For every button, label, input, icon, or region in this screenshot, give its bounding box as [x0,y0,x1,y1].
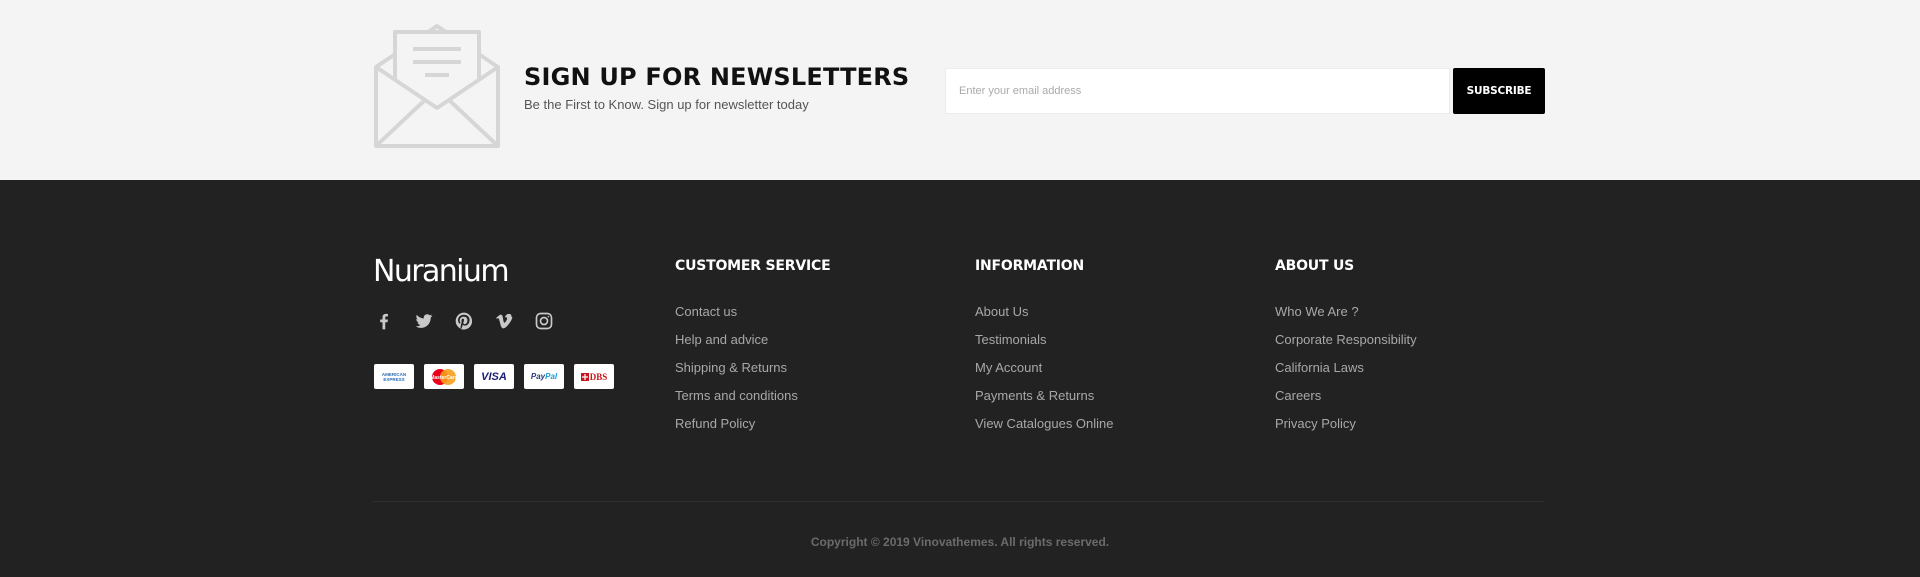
paypal-icon: Pay Pal [524,364,564,389]
copyright-text: Copyright © 2019 Vinovathemes. All right… [810,535,1110,549]
subscribe-button[interactable]: SUBSCRIBE [1453,68,1545,114]
envelope-open-icon [374,24,500,148]
mastercard-icon: MasterCard [424,364,464,389]
footer-link-careers[interactable]: Careers [1275,382,1417,410]
dbs-icon: DBS [574,364,614,389]
column-title: ABOUT US [1275,258,1355,274]
column-title: CUSTOMER SERVICE [675,258,831,274]
visa-label: VISA [481,370,507,383]
about-us-column: ABOUT US Who We Are ? Corporate Responsi… [1275,258,1417,438]
footer-link-payments-returns[interactable]: Payments & Returns [975,382,1114,410]
pinterest-icon[interactable] [453,310,475,332]
dbs-label: DBS [589,371,608,382]
footer-link-privacy-policy[interactable]: Privacy Policy [1275,410,1417,438]
payment-methods: AMERICAN EXPRESS MasterCard VISA Pay Pal … [374,364,614,389]
footer-link-refund-policy[interactable]: Refund Policy [675,410,830,438]
brand-logo[interactable]: Nuranium [373,254,510,289]
footer-link-testimonials[interactable]: Testimonials [975,326,1114,354]
footer-link-help-and-advice[interactable]: Help and advice [675,326,830,354]
email-input[interactable] [945,68,1450,114]
footer-link-view-catalogues[interactable]: View Catalogues Online [975,410,1114,438]
footer-link-terms[interactable]: Terms and conditions [675,382,830,410]
paypal-label-1: Pay [530,372,546,381]
site-footer: Nuranium AMERICAN EXPRESS MasterCard VIS… [0,180,1920,577]
visa-icon: VISA [474,364,514,389]
customer-service-column: CUSTOMER SERVICE Contact us Help and adv… [675,258,831,438]
footer-link-california-laws[interactable]: California Laws [1275,354,1417,382]
newsletter-section: SIGN UP FOR NEWSLETTERS Be the First to … [0,0,1920,180]
footer-link-my-account[interactable]: My Account [975,354,1114,382]
amex-icon: AMERICAN EXPRESS [374,364,414,389]
paypal-label-2: Pal [545,372,558,381]
footer-link-contact-us[interactable]: Contact us [675,298,830,326]
footer-link-who-we-are[interactable]: Who We Are ? [1275,298,1417,326]
vimeo-icon[interactable] [493,310,515,332]
mastercard-label: MasterCard [430,375,458,381]
instagram-icon[interactable] [533,310,555,332]
amex-label: AMERICAN EXPRESS [381,371,407,382]
newsletter-title: SIGN UP FOR NEWSLETTERS [524,63,910,91]
footer-link-corporate-responsibility[interactable]: Corporate Responsibility [1275,326,1417,354]
footer-divider [373,501,1545,502]
newsletter-subtitle: Be the First to Know. Sign up for newsle… [524,97,809,112]
facebook-icon[interactable] [373,310,395,332]
social-links [373,310,555,332]
footer-link-about-us[interactable]: About Us [975,298,1114,326]
footer-link-shipping-returns[interactable]: Shipping & Returns [675,354,830,382]
twitter-icon[interactable] [413,310,435,332]
column-title: INFORMATION [975,258,1085,274]
information-column: INFORMATION About Us Testimonials My Acc… [975,258,1114,438]
